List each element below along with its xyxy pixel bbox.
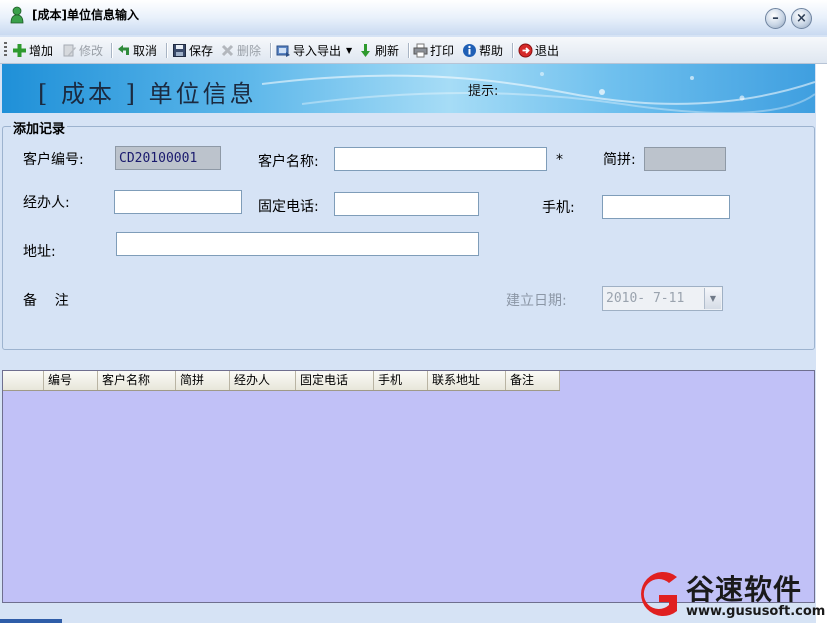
exit-button[interactable]: 退出 [518,41,559,59]
window-title: [成本]单位信息输入 [32,8,139,22]
add-button-label: 增加 [29,43,54,58]
date-dropdown-button[interactable]: ▼ [704,288,721,309]
toolbar: 增加 修改 取消 保存 删除 导入导出 ▼ 刷新 打印 帮助 退出 [0,37,827,64]
watermark-name: 谷速软件 [686,573,803,606]
mobile-field[interactable] [602,195,730,219]
customer-code-value: CD20100001 [119,151,198,166]
date-value: 2010- 7-11 [606,291,685,306]
edit-button[interactable]: 修改 [62,41,103,59]
exit-icon [518,43,533,57]
pinyin-label: 简拼: [603,152,636,168]
import-export-button[interactable]: 导入导出 ▼ [276,41,352,59]
cancel-button[interactable]: 取消 [116,41,157,59]
help-icon [463,43,476,57]
toolbar-separator [111,43,113,58]
address-field[interactable] [116,232,479,256]
customer-name-label: 客户名称: [258,154,319,170]
hint-label: 提示: [468,84,499,99]
handler-field[interactable] [114,190,242,214]
chevron-down-icon: ▼ [709,294,717,303]
edit-icon [63,44,76,56]
help-button-label: 帮助 [479,43,504,58]
watermark-url: www.gususoft.com [686,604,826,619]
required-mark: * [556,152,563,168]
column-header[interactable]: 编号 [44,371,98,390]
refresh-icon [361,43,370,57]
toolbar-separator [408,43,410,58]
print-button[interactable]: 打印 [413,41,454,59]
group-legend: 添加记录 [11,118,68,137]
exit-button-label: 退出 [535,43,560,58]
save-icon [173,43,186,57]
date-label: 建立日期: [506,293,567,309]
delete-button-label: 删除 [237,43,262,58]
save-button-label: 保存 [189,43,214,58]
undo-icon [118,44,129,55]
save-button[interactable]: 保存 [172,41,213,59]
title-bar: [成本]单位信息输入 – × [0,0,827,35]
handler-label: 经办人: [23,195,70,211]
delete-button[interactable]: 删除 [220,41,261,59]
add-button[interactable]: 增加 [12,41,53,59]
gususoft-logo-icon [641,572,677,616]
phone-label: 固定电话: [258,199,319,215]
column-header[interactable]: 备注 [506,371,560,390]
delete-icon [221,44,234,56]
window-edge [816,64,827,623]
close-button[interactable]: × [791,8,812,29]
customer-name-field[interactable] [334,147,547,171]
customer-code-label: 客户编号: [23,152,84,168]
toolbar-separator [512,43,514,58]
user-app-icon [10,6,24,24]
column-header[interactable]: 固定电话 [296,371,374,390]
import-export-icon [276,45,290,57]
chevron-down-icon: ▼ [346,45,353,55]
watermark: 谷速软件 www.gususoft.com [628,566,827,623]
pinyin-field[interactable] [644,147,726,171]
toolbar-grip[interactable] [4,42,7,58]
mobile-label: 手机: [542,200,575,216]
add-icon [13,43,26,57]
close-icon: × [796,11,807,26]
header-banner: [ 成本 ] 单位信息 提示: [2,64,815,113]
column-header[interactable]: 经办人 [230,371,296,390]
column-header[interactable]: 手机 [374,371,428,390]
row-indicator-header [3,371,44,390]
column-header[interactable]: 联系地址 [428,371,506,390]
phone-field[interactable] [334,192,479,216]
minimize-button[interactable]: – [765,8,786,29]
minimize-icon: – [772,11,779,26]
date-picker[interactable]: 2010- 7-11 ▼ [602,286,723,311]
remark-label: 备 注 [23,293,69,309]
edit-button-label: 修改 [79,43,104,58]
refresh-button[interactable]: 刷新 [358,41,399,59]
cancel-button-label: 取消 [133,43,158,58]
address-label: 地址: [23,244,56,260]
column-header[interactable]: 客户名称 [98,371,176,390]
toolbar-separator [166,43,168,58]
customer-code-field[interactable]: CD20100001 [115,146,221,170]
grid-header: 编号 客户名称 简拼 经办人 固定电话 手机 联系地址 备注 [3,371,560,391]
page-title: [ 成本 ] 单位信息 [38,80,257,108]
print-button-label: 打印 [430,43,455,58]
refresh-button-label: 刷新 [375,43,400,58]
toolbar-separator [270,43,272,58]
help-button[interactable]: 帮助 [462,41,503,59]
import-export-button-label: 导入导出 [293,43,342,58]
column-header[interactable]: 简拼 [176,371,230,390]
taskbar-edge [0,619,62,623]
print-icon [413,43,428,57]
